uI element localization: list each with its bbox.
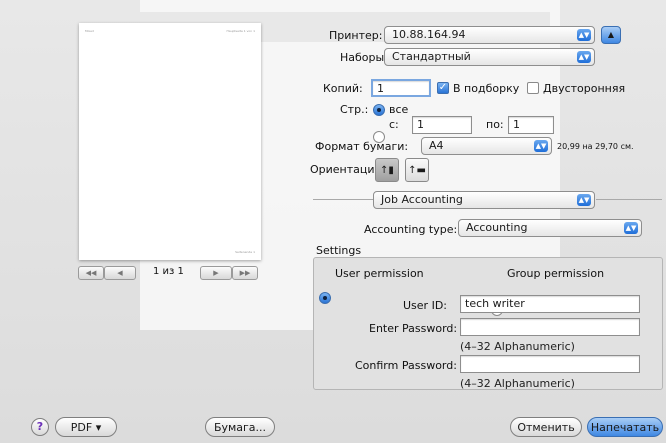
preview-footer-right: Seitenende 1 [235, 250, 255, 254]
printer-label: Принтер: [329, 29, 383, 42]
copies-label: Копий: [323, 82, 363, 95]
accounting-type-value: Accounting [466, 221, 528, 234]
confirm-password-field[interactable] [460, 355, 640, 373]
popup-arrow-icon: ▲▼ [577, 194, 591, 206]
accounting-type-label: Accounting type: [364, 223, 458, 236]
printer-value: 10.88.164.94 [392, 28, 466, 41]
password-hint: (4–32 Alphanumeric) [460, 340, 575, 353]
prev-page-button[interactable]: ◀ [104, 266, 136, 280]
separator-left [313, 199, 373, 200]
page-counter: 1 из 1 [153, 266, 184, 277]
password-label: Enter Password: [369, 322, 458, 335]
first-page-button[interactable]: ◀◀ [78, 266, 104, 280]
paper-button[interactable]: Бумага... [205, 417, 275, 437]
paper-size-label: Формат бумаги: [315, 140, 409, 153]
disclosure-triangle-icon: ▲ [607, 30, 615, 39]
section-popup-value: Job Accounting [381, 193, 463, 206]
settings-title: Settings [316, 244, 362, 257]
accounting-type-popup[interactable]: Accounting ▲▼ [458, 219, 642, 237]
popup-arrow-icon: ▲▼ [624, 222, 638, 234]
paper-dimensions: 20,99 на 29,70 см. [557, 142, 634, 151]
duplex-checkbox[interactable] [527, 82, 539, 94]
print-button[interactable]: Напечатать [587, 417, 663, 437]
duplex-label: Двусторонняя [543, 82, 626, 95]
cancel-button[interactable]: Отменить [510, 417, 582, 437]
pages-from-field[interactable]: 1 [412, 116, 472, 134]
copies-field[interactable]: 1 [371, 79, 431, 97]
separator-right [596, 199, 662, 200]
pages-all-label: все [389, 103, 409, 116]
paper-size-popup[interactable]: A4 ▲▼ [421, 137, 552, 155]
collate-checkbox[interactable]: ✓ [437, 82, 449, 94]
pages-to-label: по: [486, 118, 504, 131]
landscape-orientation-icon: ↑▬ [408, 164, 426, 176]
pages-to-field[interactable]: 1 [508, 116, 554, 134]
user-permission-label: User permission [335, 267, 424, 280]
user-permission-radio[interactable] [319, 292, 331, 304]
popup-arrow-icon: ▲▼ [534, 140, 548, 152]
user-id-label: User ID: [403, 299, 447, 312]
section-popup[interactable]: Job Accounting ▲▼ [373, 191, 595, 209]
preview-header-left: Mixed [85, 29, 94, 33]
confirm-password-label: Confirm Password: [355, 359, 457, 372]
help-button[interactable]: ? [31, 418, 49, 436]
pdf-menu-button[interactable]: PDF ▾ [55, 417, 117, 437]
portrait-orientation-button[interactable]: ↑▮ [375, 158, 399, 182]
landscape-orientation-button[interactable]: ↑▬ [405, 158, 429, 182]
group-permission-label: Group permission [507, 267, 605, 280]
page-preview: Mixed Hauptseite 1 von 1 Seitenende 1 [79, 23, 261, 260]
popup-arrow-icon: ▲▼ [577, 51, 591, 63]
portrait-orientation-icon: ↑▮ [380, 164, 394, 176]
presets-value: Стандартный [392, 50, 471, 63]
confirm-password-hint: (4–32 Alphanumeric) [460, 377, 575, 390]
presets-popup[interactable]: Стандартный ▲▼ [384, 48, 595, 66]
paper-size-value: A4 [429, 139, 444, 152]
preview-header-right: Hauptseite 1 von 1 [226, 29, 255, 33]
popup-arrow-icon: ▲▼ [577, 29, 591, 41]
presets-label: Наборы: [340, 51, 388, 64]
password-field[interactable] [460, 318, 640, 336]
orientation-label: Ориентация: [310, 163, 385, 176]
last-page-button[interactable]: ▶▶ [232, 266, 258, 280]
printer-popup[interactable]: 10.88.164.94 ▲▼ [384, 26, 595, 44]
disclosure-toggle-button[interactable]: ▲ [601, 26, 621, 44]
help-icon: ? [36, 420, 44, 433]
user-id-field[interactable]: tech writer [460, 295, 640, 313]
pages-from-label: с: [389, 118, 399, 131]
pages-all-radio[interactable] [373, 104, 385, 116]
next-page-button[interactable]: ▶ [200, 266, 232, 280]
pages-label: Стр.: [340, 103, 369, 116]
collate-label: В подборку [453, 82, 520, 95]
